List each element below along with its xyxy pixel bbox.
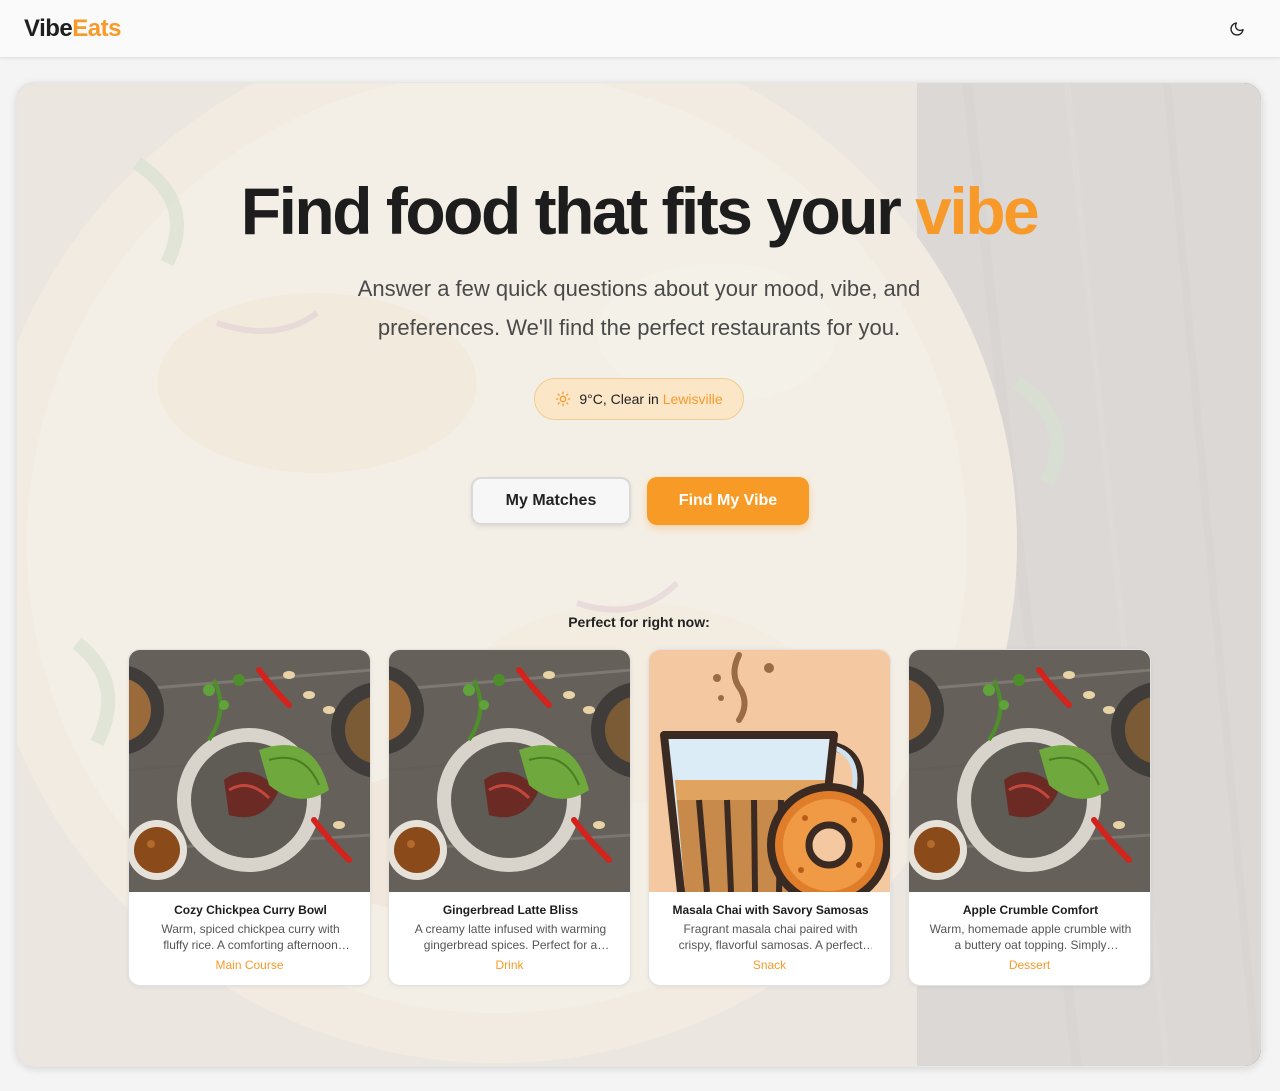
card-food-image (389, 650, 631, 892)
weather-text: 9°C, Clear in Lewisville (579, 391, 722, 407)
suggestion-card[interactable]: Cozy Chickpea Curry Bowl Warm, spiced ch… (128, 649, 371, 986)
moon-icon (1230, 22, 1244, 36)
card-category: Main Course (215, 958, 284, 972)
vibeeats-logo[interactable]: VibeEats (24, 15, 121, 43)
card-category: Drink (495, 958, 524, 972)
card-title: Cozy Chickpea Curry Bowl (174, 903, 327, 917)
card-title: Masala Chai with Savory Samosas (672, 903, 869, 917)
weather-badge: 9°C, Clear in Lewisville (534, 378, 744, 420)
card-food-image (909, 650, 1151, 892)
suggestion-card[interactable]: Apple Crumble Comfort Warm, homemade app… (908, 649, 1151, 986)
card-description: Fragrant masala chai paired with crispy,… (678, 922, 863, 952)
headline-main-text: Find food that fits your (240, 174, 916, 248)
weather-city: Lewisville (662, 391, 723, 407)
weather-temperature-condition: 9°C, Clear in (579, 391, 663, 407)
card-title: Apple Crumble Comfort (962, 903, 1099, 917)
hero-section: Find food that fits your vibe Answer a f… (16, 82, 1262, 1067)
card-title: Gingerbread Latte Bliss (442, 903, 579, 917)
my-matches-button[interactable]: My Matches (471, 477, 631, 525)
top-navigation-bar: VibeEats (0, 0, 1280, 58)
suggestion-card[interactable]: Masala Chai with Savory Samosas Fragrant… (648, 649, 891, 986)
card-category: Dessert (1008, 958, 1051, 972)
headline-accent-text: vibe (915, 174, 1040, 248)
logo-text-vibe: Vibe (24, 15, 73, 42)
card-description: Warm, spiced chickpea curry with fluffy … (161, 922, 340, 952)
card-food-image (129, 650, 371, 892)
hero-headline: Find food that fits your vibe (17, 173, 1261, 249)
card-chai-image (649, 650, 891, 892)
theme-toggle-button[interactable] (1224, 16, 1250, 42)
card-description: A creamy latte infused with warming ging… (414, 922, 607, 952)
suggestions-heading: Perfect for right now: (568, 614, 710, 630)
card-category: Snack (752, 958, 787, 972)
sun-icon (555, 391, 571, 407)
hero-subtitle: Answer a few quick questions about your … (357, 276, 921, 340)
card-description: Warm, homemade apple crumble with a butt… (929, 922, 1132, 952)
logo-text-eats: Eats (72, 15, 121, 42)
suggestion-card[interactable]: Gingerbread Latte Bliss A creamy latte i… (388, 649, 631, 986)
find-my-vibe-button[interactable]: Find My Vibe (647, 477, 809, 525)
